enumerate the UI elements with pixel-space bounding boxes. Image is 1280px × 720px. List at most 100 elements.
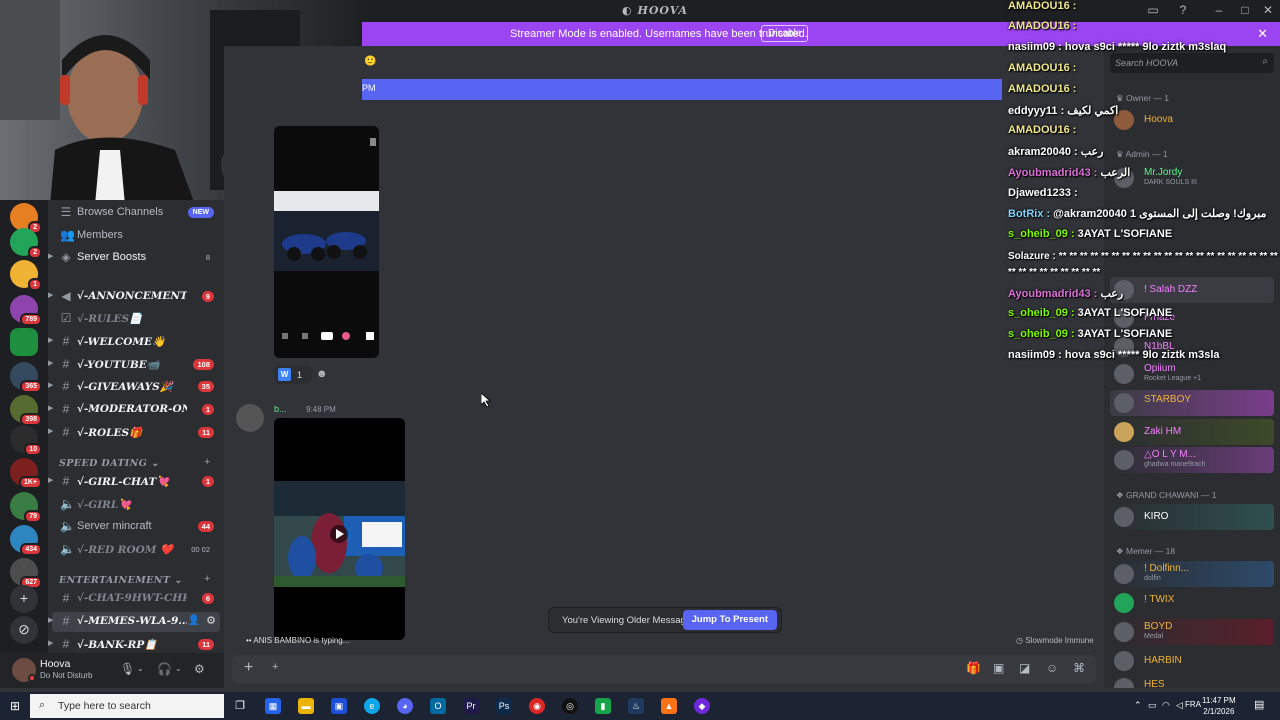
server-icon[interactable]: 398 <box>10 395 42 426</box>
server-icon[interactable] <box>10 328 38 356</box>
channel-red-room[interactable]: 🔈 √-RED ROOM ❤️ 00 02 <box>48 540 224 560</box>
reaction-chip[interactable]: W 1 <box>274 366 312 384</box>
photoshop-icon[interactable]: Ps <box>496 698 512 714</box>
emoji-icon[interactable]: ☺ <box>1046 661 1058 675</box>
notifications-icon[interactable]: ▤ <box>1254 698 1264 711</box>
invite-icon[interactable]: 👤 <box>188 615 200 626</box>
emoji-icon: 🙂 <box>364 56 377 67</box>
app-icon[interactable]: ▮ <box>595 698 611 714</box>
channel-moderator[interactable]: ▶ # √-MODERATOR-ON... 1 <box>48 400 224 420</box>
channel-youtube[interactable]: ▶ # √-YOUTUBE📹 108 <box>48 355 224 375</box>
channel-roles[interactable]: ▶ # √-ROLES🎁 11 <box>48 423 224 443</box>
chevron-right-icon: ▶ <box>48 360 54 367</box>
chevron-down-icon[interactable]: ⌄ <box>137 664 144 673</box>
member-row[interactable]: STARBOY <box>1110 390 1274 416</box>
tray-chevron-icon[interactable]: ⌃ <box>1134 700 1142 711</box>
server-icon[interactable]: 79 <box>10 492 42 523</box>
add-server-icon[interactable]: + <box>10 585 38 613</box>
channel-girl-voice[interactable]: 🔈 √-GIRL💘 <box>48 495 224 515</box>
server-icon[interactable]: 365 <box>10 362 42 393</box>
server-icon[interactable]: 434 <box>10 525 42 556</box>
language-indicator[interactable]: FRA <box>1185 700 1201 709</box>
server-icon[interactable]: 2 <box>10 228 42 259</box>
channel-welcome[interactable]: ▶ # √-WELCOME👋 <box>48 332 224 352</box>
member-row[interactable]: ! TWIX <box>1110 590 1274 616</box>
apps-icon[interactable]: ⌘ <box>1073 661 1085 675</box>
server-icon[interactable]: 2 <box>10 203 42 234</box>
server-icon[interactable]: 627 <box>10 558 42 589</box>
file-explorer-icon[interactable]: ▬ <box>298 698 314 714</box>
attach-plus-icon[interactable]: + <box>244 659 253 677</box>
member-row[interactable]: KIRO <box>1110 504 1274 530</box>
add-reaction-icon[interactable]: ☻ <box>316 368 328 380</box>
member-row[interactable]: HARBIN <box>1110 648 1274 674</box>
wifi-icon[interactable]: ◠ <box>1162 700 1170 711</box>
plus-icon[interactable]: + <box>272 661 278 673</box>
speaker-icon: 🔈 <box>60 519 75 533</box>
volume-icon[interactable]: ◁ <box>1176 700 1183 711</box>
member-row[interactable]: BOYD Medal <box>1110 619 1274 645</box>
windows-start-icon[interactable]: ⊞ <box>10 699 20 713</box>
older-messages-bar: You're Viewing Older Messages Jump To Pr… <box>548 607 782 633</box>
chrome-icon[interactable]: ◉ <box>529 698 545 714</box>
channel-server-boosts[interactable]: ▶ ◈ Server Boosts 8 <box>48 248 224 268</box>
channel-members[interactable]: 👥 Members <box>48 226 224 246</box>
chevron-down-icon[interactable]: ⌄ <box>175 664 182 673</box>
task-view-icon[interactable]: ❐ <box>232 698 248 714</box>
edge-icon[interactable]: e <box>364 698 380 714</box>
channel-browse[interactable]: ☰ Browse Channels NEW <box>48 203 224 223</box>
discord-icon[interactable]: ◕ <box>397 698 413 714</box>
server-icon[interactable]: 1K+ <box>10 458 42 489</box>
member-row[interactable]: Zaki HM <box>1110 419 1274 445</box>
message-author[interactable]: b... <box>274 404 287 414</box>
channel-chat-9hwt[interactable]: # √-CHAT-9HWT-CHR... 6 <box>48 589 224 609</box>
outlook-icon[interactable]: O <box>430 698 446 714</box>
jump-to-present-button[interactable]: Jump To Present <box>682 610 777 630</box>
steam-icon[interactable]: ♨ <box>628 698 644 714</box>
gift-icon[interactable]: 🎁 <box>966 661 981 675</box>
avatar[interactable] <box>236 404 264 432</box>
channel-rules[interactable]: ☑ √-RULES📄 <box>48 309 224 329</box>
server-icon[interactable]: 789 <box>10 295 42 326</box>
member-row[interactable]: △O L Y M... ghadwa mane9rach <box>1110 447 1274 473</box>
overlay-chat-user: s_oheib_09 : <box>1008 228 1075 240</box>
channel-giveaways[interactable]: ▶ # √-GIVEAWAYS🎉 35 <box>48 377 224 397</box>
highlighted-message[interactable]: PM <box>362 79 1002 100</box>
image-attachment[interactable] <box>274 126 379 358</box>
channel-bank-rp[interactable]: ▶ # √-BANK-RP📋 11 <box>48 635 224 653</box>
overlay-chat-user: AMADOU16 : <box>1008 124 1077 136</box>
server-icon[interactable]: 10 <box>10 425 42 456</box>
store-icon[interactable]: ▦ <box>265 698 281 714</box>
app-icon[interactable]: ▲ <box>661 698 677 714</box>
app-icon[interactable]: ◆ <box>694 698 710 714</box>
member-row[interactable]: HES <box>1110 675 1274 688</box>
add-channel-icon[interactable]: + <box>204 573 210 585</box>
category-entertainement[interactable]: ENTERTAINEMENT ⌄ <box>59 575 182 586</box>
microphone-icon[interactable]: 🎙 <box>120 662 135 676</box>
message-composer[interactable]: + + 🎁 ▣ ◪ ☺ ⌘ <box>232 655 1096 683</box>
channel-server-mincraft[interactable]: 🔈 Server mincraft 44 <box>48 517 224 537</box>
channel-annoncements[interactable]: ▶ ◀ √-ANNONCEMENTS... 9 <box>48 287 224 307</box>
disable-button[interactable]: Disable <box>761 25 809 42</box>
taskbar-search-input[interactable]: ⌕ Type here to search <box>30 694 224 718</box>
member-row[interactable]: ! Dolfinn... dolfin <box>1110 561 1274 587</box>
server-icon[interactable]: 1 <box>10 260 42 291</box>
channel-girl-chat[interactable]: ▶ # √-GIRL-CHAT💘 1 <box>48 472 224 492</box>
gear-icon[interactable]: ⚙ <box>194 662 205 676</box>
headphones-icon[interactable]: 🎧 <box>157 662 172 676</box>
store-bag-icon[interactable]: ▣ <box>331 698 347 714</box>
discover-icon[interactable]: ⊘ <box>10 616 38 644</box>
gear-icon[interactable]: ⚙ <box>206 614 216 627</box>
add-channel-icon[interactable]: + <box>204 456 210 468</box>
network-icon[interactable]: ▭ <box>1148 700 1157 711</box>
video-attachment[interactable] <box>274 418 405 640</box>
category-speed-dating[interactable]: SPEED DATING ⌄ <box>59 458 159 469</box>
clock[interactable]: 11:47 PM 2/1/2026 <box>1202 695 1236 717</box>
obs-icon[interactable]: ◎ <box>562 698 578 714</box>
channel-memes[interactable]: ▶ # √-MEMES-WLA-9... 👤 ⚙ <box>48 612 220 632</box>
gif-icon[interactable]: ▣ <box>993 661 1004 675</box>
chevron-right-icon: ▶ <box>48 617 54 624</box>
sticker-icon[interactable]: ◪ <box>1019 661 1030 675</box>
premiere-icon[interactable]: Pr <box>463 698 479 714</box>
attachment-video <box>274 418 405 640</box>
